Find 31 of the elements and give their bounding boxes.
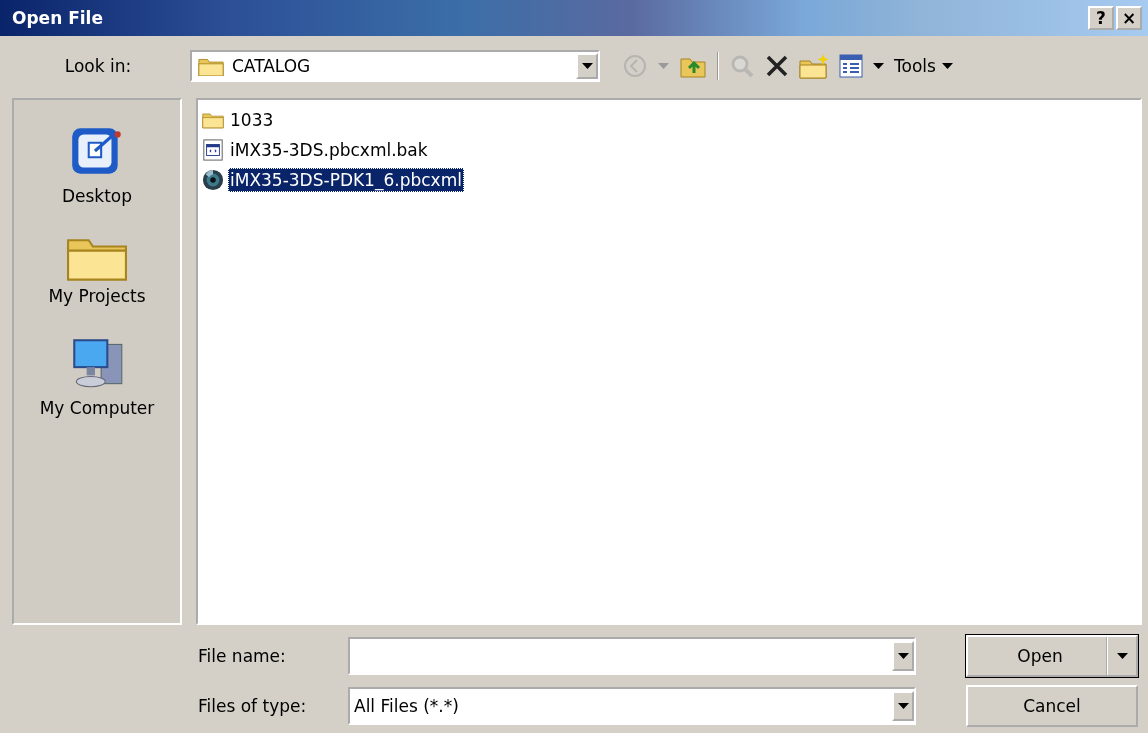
open-button[interactable]: Open <box>966 635 1138 677</box>
dropdown-caret-icon <box>658 63 669 69</box>
window-title: Open File <box>12 8 104 28</box>
look-in-dropdown[interactable]: CATALOG <box>190 50 600 82</box>
file-type-dropdown[interactable]: All Files (*.*) <box>348 687 916 725</box>
caret-icon <box>897 653 909 659</box>
dropdown-caret-icon <box>873 63 884 69</box>
tools-menu[interactable]: Tools <box>894 56 953 76</box>
close-button[interactable]: × <box>1116 6 1142 30</box>
help-button[interactable]: ? <box>1088 6 1114 30</box>
dropdown-caret-icon <box>1116 653 1128 659</box>
file-name-combo[interactable] <box>348 637 916 675</box>
delete-icon[interactable] <box>765 54 789 78</box>
caret-icon <box>897 703 909 709</box>
folder-icon <box>202 111 224 129</box>
new-folder-icon[interactable] <box>799 53 829 79</box>
caret-icon <box>581 63 593 69</box>
places-item[interactable]: Desktop <box>57 118 137 208</box>
file-item[interactable]: 1033 <box>228 108 276 132</box>
file-item[interactable]: iMX35-3DS-PDK1_6.pbcxml <box>228 168 464 192</box>
disc-icon <box>202 169 224 191</box>
file-type-label: Files of type: <box>198 696 308 716</box>
places-item[interactable]: My Computer <box>35 329 159 420</box>
cancel-button[interactable]: Cancel <box>966 685 1138 727</box>
caret-icon <box>941 63 953 69</box>
look-in-label: Look in: <box>63 56 133 76</box>
places-item[interactable]: My Projects <box>44 230 150 308</box>
file-item[interactable]: iMX35-3DS.pbcxml.bak <box>228 138 430 162</box>
document-icon <box>202 139 224 161</box>
views-icon[interactable] <box>839 54 863 78</box>
file-name-label: File name: <box>198 646 287 666</box>
